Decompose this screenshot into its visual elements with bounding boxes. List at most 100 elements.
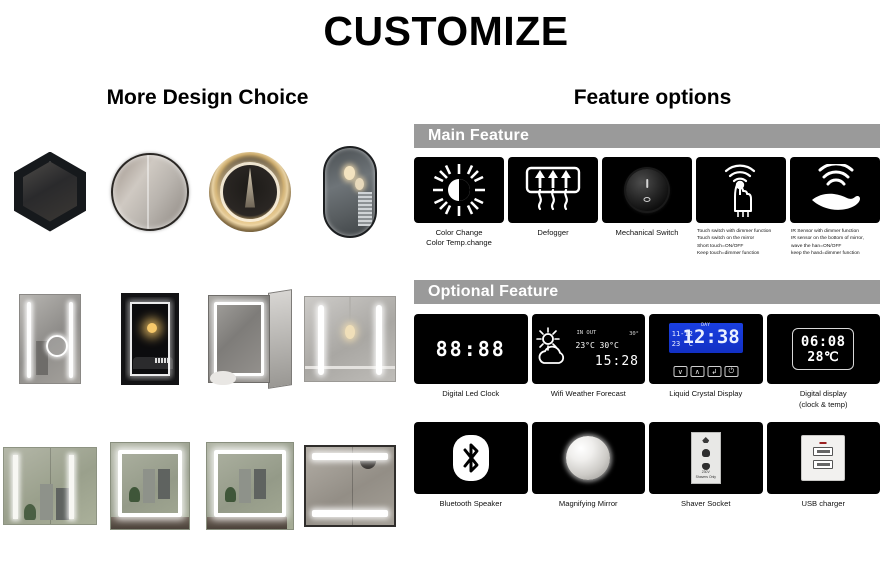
feature-caption: Digital display (clock & temp) [798, 389, 848, 409]
gallery-item[interactable] [100, 118, 200, 265]
wifi-weather-art: IN OUT 23°C 30°C 30° 15:28 [531, 314, 645, 385]
hexagon-led-mirror-icon [14, 151, 86, 232]
feature-caption: Defogger [537, 228, 569, 237]
liquid-crystal-display-art: DAY 11-12 23 °C 12:38 ∨ ∧ ↲ ⏻ [649, 314, 763, 385]
usb-indicator-led [819, 441, 827, 445]
wifi-weather-forecast-icon: IN OUT 23°C 30°C 30° 15:28 [535, 318, 642, 380]
gallery-item[interactable] [100, 265, 200, 412]
liquid-crystal-display-icon: DAY 11-12 23 °C 12:38 [668, 323, 743, 354]
feature-tile-mechanical-switch[interactable]: Mechanical Switch [602, 157, 692, 257]
mechanical-switch-art [602, 157, 692, 223]
round-warm-led-ring-mirror-icon [209, 151, 291, 232]
weather-readouts: IN OUT 23°C 30°C 30° 15:28 [575, 330, 640, 370]
socket-earth-pin [702, 436, 710, 444]
color-change-art [414, 157, 504, 223]
digital-display-time: 06:08 [800, 333, 846, 350]
touch-switch-art [696, 157, 786, 223]
gallery-item[interactable] [300, 265, 400, 412]
gallery-item[interactable] [300, 118, 400, 265]
sun-contrast-icon [433, 164, 485, 216]
usb-port-upper [813, 446, 834, 456]
gallery-item[interactable] [300, 412, 400, 559]
touch-hand-icon [724, 164, 756, 217]
feature-tile-magnifying-mirror[interactable]: Magnifying Mirror [531, 421, 645, 509]
defogger-icon [525, 166, 581, 211]
feature-tile-usb-charger[interactable]: USB charger [766, 421, 880, 509]
feature-caption: Bluetooth Speaker [439, 498, 502, 508]
bluetooth-speaker-art [414, 421, 528, 494]
main-feature-tiles: Color Change Color Temp.change Defogger … [414, 157, 880, 257]
magnifying-mirror-art [531, 421, 645, 494]
wide-double-strip-mirror-icon [304, 295, 396, 382]
usb-port-lower [813, 459, 834, 469]
feature-tile-color-change[interactable]: Color Change Color Temp.change [414, 157, 504, 257]
ir-wave-hand-icon [812, 164, 860, 210]
feature-tile-digital-led-clock[interactable]: 88:88 Digital Led Clock [414, 314, 528, 410]
usb-charger-art [766, 421, 880, 494]
feature-tile-bluetooth-speaker[interactable]: Bluetooth Speaker [414, 421, 528, 509]
feature-tile-wifi-weather[interactable]: IN OUT 23°C 30°C 30° 15:28 Wifi Weather … [531, 314, 645, 410]
left-column-heading: More Design Choice [106, 86, 309, 109]
socket-pin-top [701, 449, 710, 457]
digital-led-clock-icon: 88:88 [435, 337, 506, 362]
round-led-mirror-icon [111, 152, 189, 231]
gallery-item[interactable] [200, 265, 300, 412]
feature-caption: Magnifying Mirror [558, 498, 618, 508]
bluetooth-icon [463, 443, 479, 473]
feature-tile-defogger[interactable]: Defogger [508, 157, 598, 257]
feature-caption: Touch switch with dimmer function Touch … [697, 229, 772, 257]
led-mirror-cabinet-icon [208, 288, 292, 389]
square-full-led-frame-mirror-icon [110, 441, 190, 530]
feature-caption: Mechanical Switch [615, 228, 679, 237]
main-feature-label: Main Feature [428, 127, 530, 144]
gallery-row [0, 265, 400, 412]
lcd-button-up[interactable]: ∧ [690, 366, 705, 378]
feature-tile-digital-display[interactable]: 06:08 28℃ Digital display (clock & temp) [766, 314, 880, 410]
feature-caption: Color Change Color Temp.change [426, 228, 492, 248]
square-wide-led-frame-mirror-icon [206, 441, 294, 530]
lcd-button-power[interactable]: ⏻ [724, 366, 739, 378]
gallery-item[interactable] [200, 118, 300, 265]
feature-caption: Digital Led Clock [442, 389, 500, 399]
digital-display-art: 06:08 28℃ [766, 314, 880, 385]
design-choice-gallery [0, 118, 400, 559]
feature-tile-shaver-socket[interactable]: 230V Shavers Only Shaver Socket [649, 421, 763, 509]
optional-feature-tiles-row2: Bluetooth Speaker Magnifying Mirror 230V… [414, 421, 880, 509]
socket-label: 230V Shavers Only [695, 470, 716, 480]
digital-led-clock-art: 88:88 [414, 314, 528, 385]
rocker-switch-icon [626, 169, 668, 211]
sun-cloud-icon [535, 327, 564, 365]
socket-pin-bottom [701, 462, 710, 471]
shaver-socket-art: 230V Shavers Only [649, 421, 763, 494]
feature-caption: Shaver Socket [681, 498, 731, 508]
magnifying-mirror-icon [566, 435, 611, 480]
main-feature-section-bar: Main Feature [414, 124, 880, 148]
optional-feature-tiles-row1: 88:88 Digital Led Clock IN OUT 23°C 30°C… [414, 314, 880, 410]
optional-feature-label: Optional Feature [428, 283, 559, 301]
bluetooth-badge [452, 434, 489, 481]
dark-frame-led-mirror-icon [121, 292, 179, 385]
vertical-rect-led-mirror-icon [19, 293, 81, 384]
digital-display-temp: 28℃ [807, 349, 840, 365]
shaver-socket-icon: 230V Shavers Only [690, 431, 721, 484]
feature-tile-ir-sensor[interactable]: IR Sensor with dimmer function IR sensor… [790, 157, 880, 257]
ir-sensor-art [790, 157, 880, 223]
lcd-button-enter[interactable]: ↲ [707, 366, 722, 378]
feature-options-panel: Main Feature Color Change Color Temp.cha… [414, 0, 880, 509]
gallery-item[interactable] [100, 412, 200, 559]
gallery-item[interactable] [0, 265, 100, 412]
gallery-item[interactable] [0, 412, 100, 559]
feature-tile-touch-switch[interactable]: Touch switch with dimmer function Touch … [696, 157, 786, 257]
wide-cabinet-side-strips-icon [3, 446, 97, 525]
optional-feature-section-bar: Optional Feature [414, 280, 880, 305]
gallery-item[interactable] [0, 118, 100, 265]
feature-tile-liquid-crystal-display[interactable]: DAY 11-12 23 °C 12:38 ∨ ∧ ↲ ⏻ Liquid Cry… [649, 314, 763, 410]
feature-caption: IR Sensor with dimmer function IR sensor… [791, 229, 864, 257]
gallery-item[interactable] [200, 412, 300, 559]
lcd-button-group[interactable]: ∨ ∧ ↲ ⏻ [673, 366, 739, 378]
lcd-button-down[interactable]: ∨ [673, 366, 688, 378]
lcd-time: 12:38 [682, 326, 740, 349]
feature-caption: USB charger [801, 498, 845, 508]
oval-pill-led-mirror-icon [323, 145, 377, 238]
gallery-row [0, 412, 400, 559]
